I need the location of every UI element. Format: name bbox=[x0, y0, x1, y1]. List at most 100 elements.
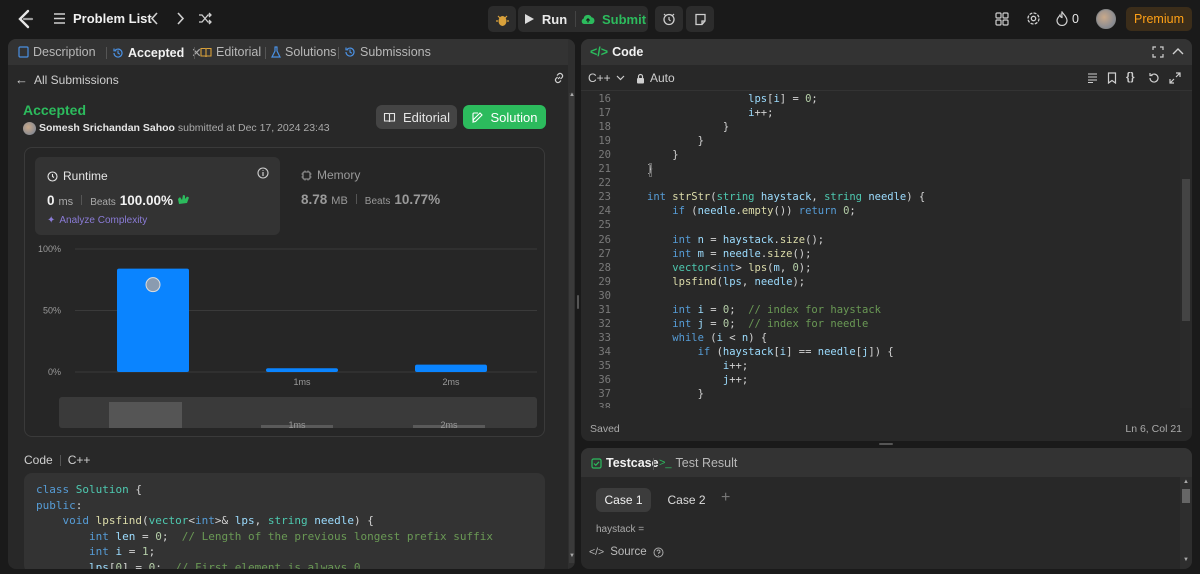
your-submission-marker bbox=[145, 277, 161, 293]
code-line: lps[0] = 0; // First element is always 0 bbox=[88, 560, 361, 570]
line-number: 34 bbox=[598, 345, 611, 358]
editor-code-line[interactable]: } bbox=[647, 120, 729, 134]
all-submissions-link[interactable]: ← All Submissions bbox=[15, 72, 119, 87]
user-name[interactable]: Somesh Srichandan Sahoo bbox=[39, 122, 175, 134]
debug-button[interactable] bbox=[488, 6, 516, 32]
fullscreen-icon[interactable] bbox=[1169, 72, 1181, 84]
code-editor[interactable]: 16 lps[i] = 0; 17 i++; 18 } 19 } 20 } 21} 22 23… bbox=[581, 90, 1192, 408]
avatar[interactable] bbox=[1096, 9, 1116, 29]
vertical-resize-handle[interactable] bbox=[879, 443, 893, 445]
line-number: 16 bbox=[598, 93, 611, 105]
list-icon[interactable] bbox=[53, 12, 66, 25]
user-avatar[interactable] bbox=[23, 122, 36, 135]
line-number: 18 bbox=[598, 121, 611, 134]
editor-tabbar: </> Code bbox=[581, 39, 1192, 65]
runtime-distribution-chart[interactable]: 100% 50% 0% 1ms 2ms 1ms 2ms bbox=[25, 238, 546, 438]
tab-description[interactable]: Description bbox=[18, 45, 96, 59]
chevron-right-icon[interactable] bbox=[176, 12, 185, 25]
editor-code-line[interactable]: int m = needle.size(); bbox=[647, 247, 811, 261]
code-line: int len = 0; // Length of the previous l… bbox=[88, 529, 493, 543]
alarm-clock-icon bbox=[663, 13, 675, 26]
tab-solutions[interactable]: Solutions bbox=[271, 45, 336, 59]
editor-code-line[interactable]: } bbox=[647, 134, 704, 148]
left-scrollbar[interactable]: ▲ ▼ bbox=[568, 39, 575, 569]
leetcode-logo-icon[interactable] bbox=[16, 9, 34, 29]
reset-icon[interactable] bbox=[1148, 72, 1160, 84]
distribution-bar[interactable] bbox=[266, 368, 338, 372]
line-number: 36 bbox=[598, 374, 611, 386]
code-brackets-icon: </> bbox=[589, 546, 605, 558]
runtime-box[interactable]: Runtime 0 ms Beats 100.00% ✦ Analyze Com… bbox=[35, 157, 280, 235]
code-line: class Solution { bbox=[36, 483, 142, 496]
editor-code-line[interactable]: lpsfind(lps, needle); bbox=[647, 275, 805, 289]
play-icon bbox=[524, 14, 534, 24]
language-select[interactable]: C++ bbox=[588, 71, 625, 85]
editor-code-line[interactable]: vector<int> lps(m, 0); bbox=[647, 261, 811, 275]
tab-accepted[interactable]: Accepted ✕ bbox=[112, 45, 202, 60]
editorial-button[interactable]: Editorial bbox=[376, 105, 457, 129]
solution-button[interactable]: Solution bbox=[463, 105, 546, 129]
line-number: 37 bbox=[598, 388, 611, 401]
y-tick-label: 0% bbox=[48, 367, 61, 377]
tab-testcase[interactable]: Testcase bbox=[591, 456, 659, 470]
bug-icon bbox=[495, 15, 509, 26]
chevron-up-icon[interactable] bbox=[1172, 47, 1184, 57]
format-icon[interactable] bbox=[1087, 73, 1098, 83]
link-icon[interactable] bbox=[552, 72, 566, 84]
submitted-code-block[interactable]: class Solution {public: void lpsfind(vec… bbox=[24, 473, 545, 569]
editor-code-line[interactable]: } bbox=[647, 387, 704, 401]
editor-code-line[interactable]: if (haystack[i] == needle[j]) { bbox=[647, 345, 894, 359]
note-icon bbox=[694, 13, 706, 25]
line-number: 19 bbox=[598, 135, 611, 148]
code-editor-panel: </> Code C++ Auto {} 16 lps[i] = 0; 17 i+… bbox=[581, 39, 1192, 441]
code-brackets-icon: </> bbox=[590, 45, 609, 59]
tab-test-result[interactable]: >_ Test Result bbox=[659, 456, 737, 470]
shuffle-icon[interactable] bbox=[198, 12, 213, 25]
editor-code-line[interactable]: i++; bbox=[647, 359, 748, 373]
premium-button[interactable]: Premium bbox=[1126, 7, 1192, 31]
testcase-panel: Testcase >_ Test Result Case 1 Case 2 + … bbox=[581, 448, 1192, 569]
clap-icon bbox=[178, 195, 190, 204]
editor-code-line[interactable]: lps[i] = 0; bbox=[647, 92, 818, 106]
memory-label[interactable]: Memory bbox=[301, 168, 360, 182]
timer-button[interactable] bbox=[655, 6, 683, 32]
run-button[interactable]: Run bbox=[518, 6, 573, 32]
bookmark-icon[interactable] bbox=[1107, 72, 1117, 84]
submit-button[interactable]: Submit bbox=[578, 6, 648, 32]
editor-code-line[interactable]: int strStr(string haystack, string needl… bbox=[647, 190, 925, 204]
fire-icon[interactable] bbox=[1056, 11, 1068, 26]
editor-code-line[interactable]: } bbox=[647, 148, 678, 162]
distribution-bar[interactable] bbox=[415, 364, 487, 372]
book-icon bbox=[383, 112, 396, 122]
editor-code-line[interactable]: int n = haystack.size(); bbox=[647, 233, 824, 247]
testcase-tabbar: Testcase >_ Test Result bbox=[581, 448, 1192, 477]
tab-editorial[interactable]: Editorial bbox=[200, 45, 261, 59]
editor-code-line[interactable]: i++; bbox=[647, 106, 773, 120]
notes-button[interactable] bbox=[686, 6, 714, 32]
case-1-tab[interactable]: Case 1 bbox=[596, 488, 651, 512]
chevron-left-icon[interactable] bbox=[150, 12, 159, 25]
source-link[interactable]: </> Source bbox=[589, 546, 664, 558]
editor-code-line[interactable]: int i = 0; // index for haystack bbox=[647, 303, 881, 317]
tab-submissions[interactable]: Submissions bbox=[344, 45, 431, 59]
editor-scrollbar[interactable] bbox=[1180, 91, 1192, 408]
problem-list-link[interactable]: Problem List bbox=[73, 11, 152, 26]
tab-code[interactable]: </> Code bbox=[590, 45, 643, 59]
analyze-complexity-link[interactable]: ✦ Analyze Complexity bbox=[47, 215, 147, 226]
expand-icon[interactable] bbox=[1152, 46, 1164, 58]
info-icon[interactable] bbox=[257, 167, 269, 179]
grid-layout-icon[interactable] bbox=[995, 12, 1009, 26]
editor-code-line[interactable]: if (needle.empty()) return 0; bbox=[647, 204, 855, 218]
panel-resize-handle[interactable] bbox=[577, 295, 579, 309]
line-number: 17 bbox=[598, 107, 611, 120]
add-case-button[interactable]: + bbox=[721, 489, 730, 507]
auto-mode[interactable]: Auto bbox=[636, 71, 675, 85]
line-number: 24 bbox=[598, 205, 611, 218]
gear-icon[interactable] bbox=[1026, 11, 1041, 26]
case-2-tab[interactable]: Case 2 bbox=[659, 488, 714, 512]
editor-code-line[interactable]: while (i < n) { bbox=[647, 331, 767, 345]
editor-code-line[interactable]: j++; bbox=[647, 373, 748, 387]
braces-icon[interactable]: {} bbox=[1126, 71, 1135, 83]
editor-code-line[interactable]: int j = 0; // index for needle bbox=[647, 317, 868, 331]
testcase-scrollbar[interactable]: ▲ ▼ bbox=[1180, 477, 1192, 569]
